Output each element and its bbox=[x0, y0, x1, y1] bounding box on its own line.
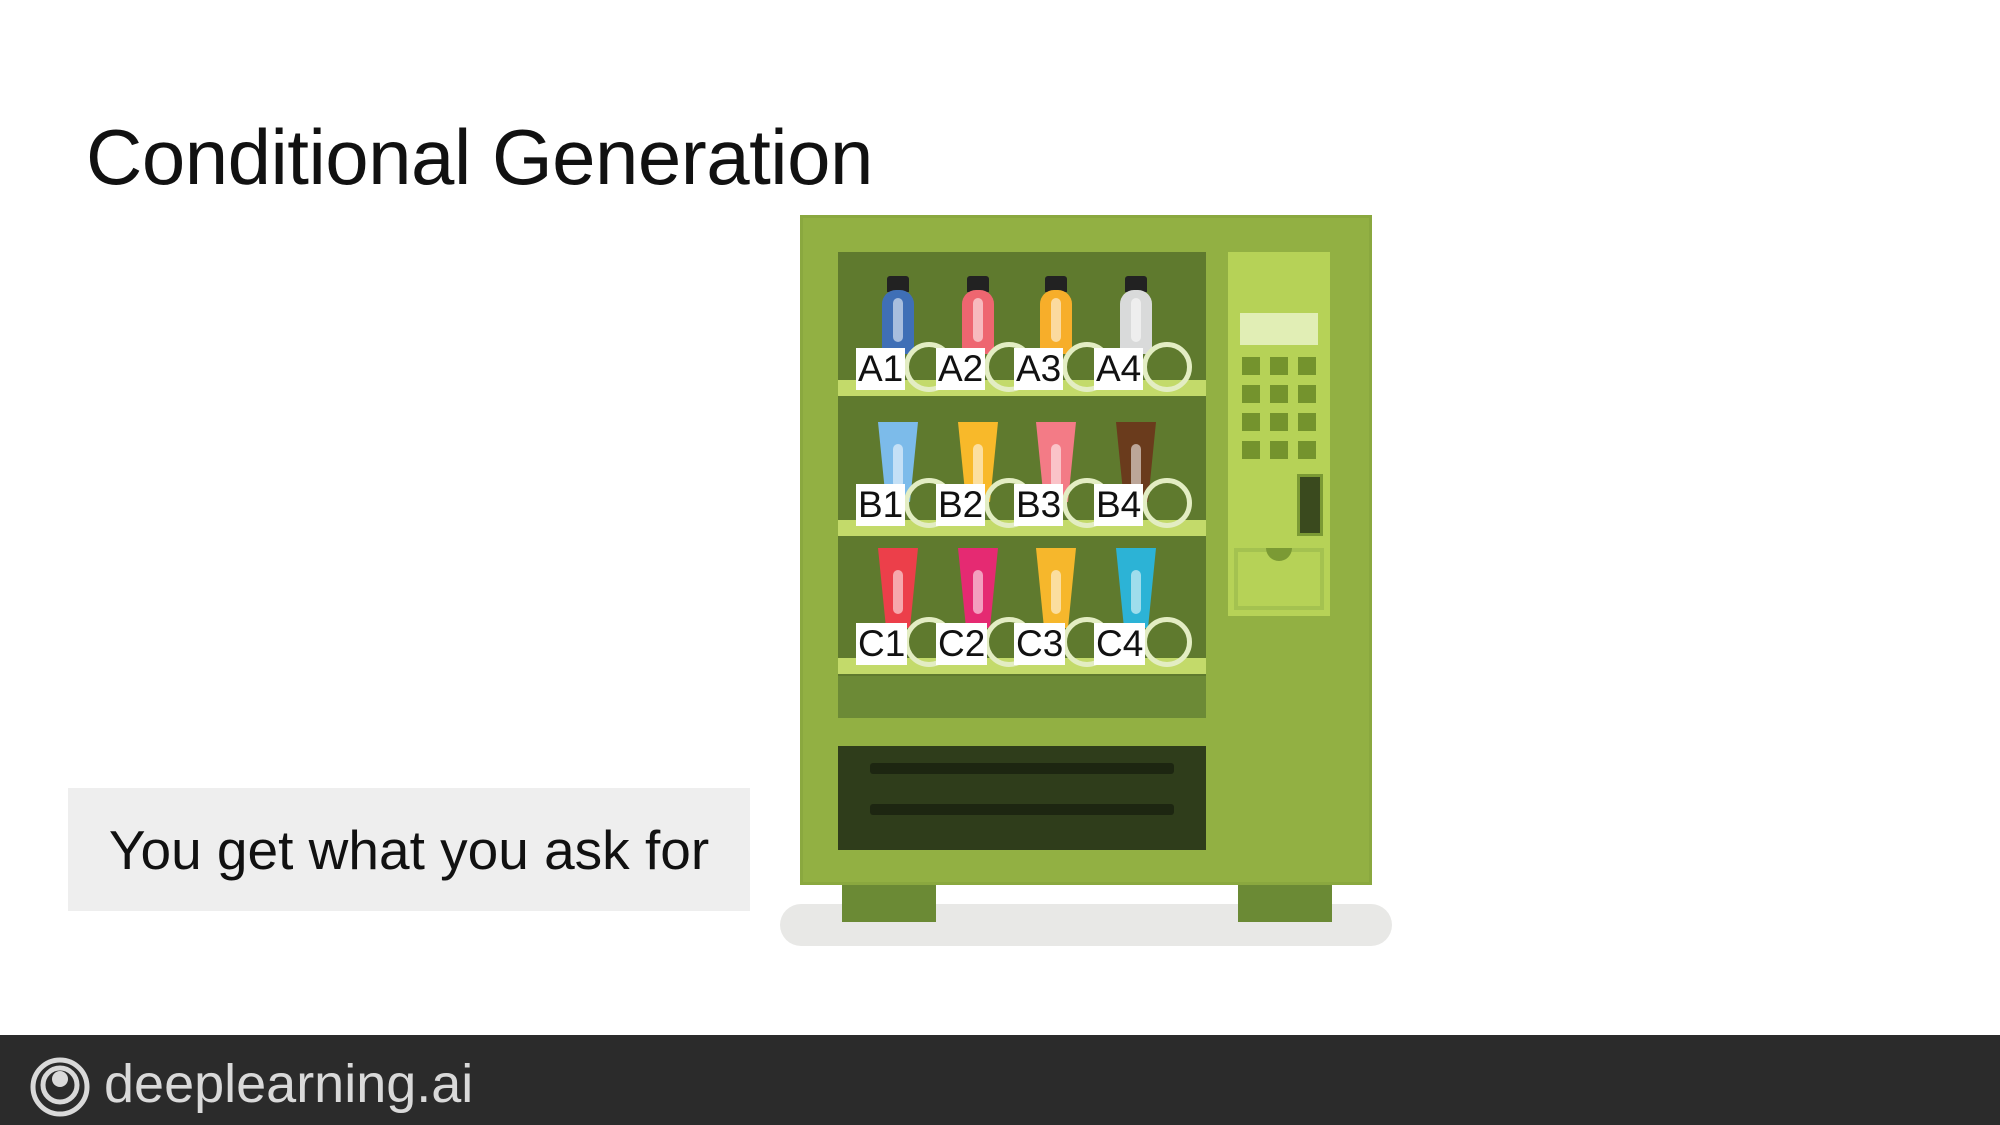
keypad-key bbox=[1270, 413, 1288, 431]
slot-ring bbox=[1142, 478, 1192, 528]
slot-label: B2 bbox=[936, 484, 986, 526]
slot-label: C4 bbox=[1094, 623, 1146, 665]
slot-label: A4 bbox=[1094, 348, 1144, 390]
callout-box: You get what you ask for bbox=[68, 788, 750, 911]
slot-label: A3 bbox=[1014, 348, 1064, 390]
brand-name: deeplearning.ai bbox=[104, 1054, 474, 1114]
keypad-key bbox=[1298, 441, 1316, 459]
callout-text: You get what you ask for bbox=[108, 818, 710, 881]
tray-slot bbox=[870, 763, 1174, 774]
panel-display bbox=[1240, 313, 1318, 345]
keypad-key bbox=[1270, 357, 1288, 375]
keypad-key bbox=[1270, 385, 1288, 403]
slot-label: C3 bbox=[1014, 623, 1066, 665]
slot-ring bbox=[1142, 342, 1192, 392]
slot-label: C2 bbox=[936, 623, 988, 665]
keypad-key bbox=[1298, 385, 1316, 403]
keypad-key bbox=[1298, 413, 1316, 431]
deeplearning-ai-logo-icon bbox=[30, 1057, 90, 1117]
coin-slot bbox=[1297, 474, 1323, 536]
slot-ring bbox=[1142, 617, 1192, 667]
keypad-key bbox=[1242, 385, 1260, 403]
tray-slot bbox=[870, 804, 1174, 815]
slot-label: B3 bbox=[1014, 484, 1064, 526]
slot-label: C1 bbox=[856, 623, 908, 665]
slot-label: B1 bbox=[856, 484, 906, 526]
slot-label: A1 bbox=[856, 348, 906, 390]
keypad-key bbox=[1270, 441, 1288, 459]
keypad-key bbox=[1298, 357, 1316, 375]
pickup-tray bbox=[838, 746, 1206, 850]
window-bottom-band bbox=[838, 676, 1206, 718]
vending-machine-illustration: A1 A2 A3 A4 B1 B2 B3 B4 C1 C2 C3 C4 bbox=[0, 0, 2000, 1125]
slot-label: B4 bbox=[1094, 484, 1144, 526]
keypad-key bbox=[1242, 357, 1260, 375]
keypad-key bbox=[1242, 441, 1260, 459]
slot-label: A2 bbox=[936, 348, 986, 390]
machine-foot-left bbox=[842, 884, 936, 922]
keypad-key bbox=[1242, 413, 1260, 431]
machine-foot-right bbox=[1238, 884, 1332, 922]
